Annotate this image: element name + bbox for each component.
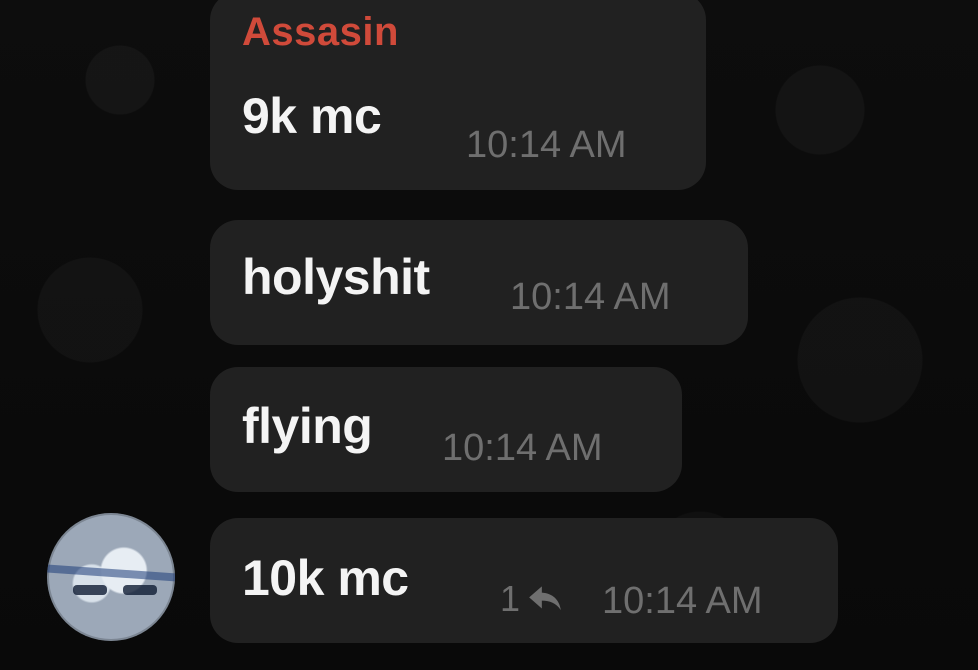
message-time: 10:14 AM (442, 427, 603, 469)
reply-indicator[interactable]: 1 (500, 578, 564, 620)
avatar-eye-right (123, 584, 157, 595)
message-text: 9k mc (242, 88, 382, 144)
message-bubble[interactable]: flying 10:14 AM (210, 367, 682, 492)
message-text: holyshit (242, 249, 430, 305)
message-time: 10:14 AM (510, 276, 671, 318)
reply-count: 1 (500, 578, 521, 619)
reply-arrow-icon (529, 586, 561, 611)
message-text: 10k mc (242, 550, 409, 606)
avatar-eye-left (73, 584, 107, 595)
sender-name[interactable]: Assasin (242, 10, 399, 55)
message-time: 10:14 AM (466, 124, 627, 166)
message-time: 10:14 AM (602, 580, 763, 622)
message-bubble[interactable]: 10k mc 1 10:14 AM (210, 518, 838, 643)
sender-avatar[interactable] (47, 513, 175, 641)
message-text: flying (242, 398, 373, 454)
message-bubble[interactable]: holyshit 10:14 AM (210, 220, 748, 345)
message-bubble[interactable]: Assasin 9k mc 10:14 AM (210, 0, 706, 190)
avatar-detail (47, 564, 175, 583)
